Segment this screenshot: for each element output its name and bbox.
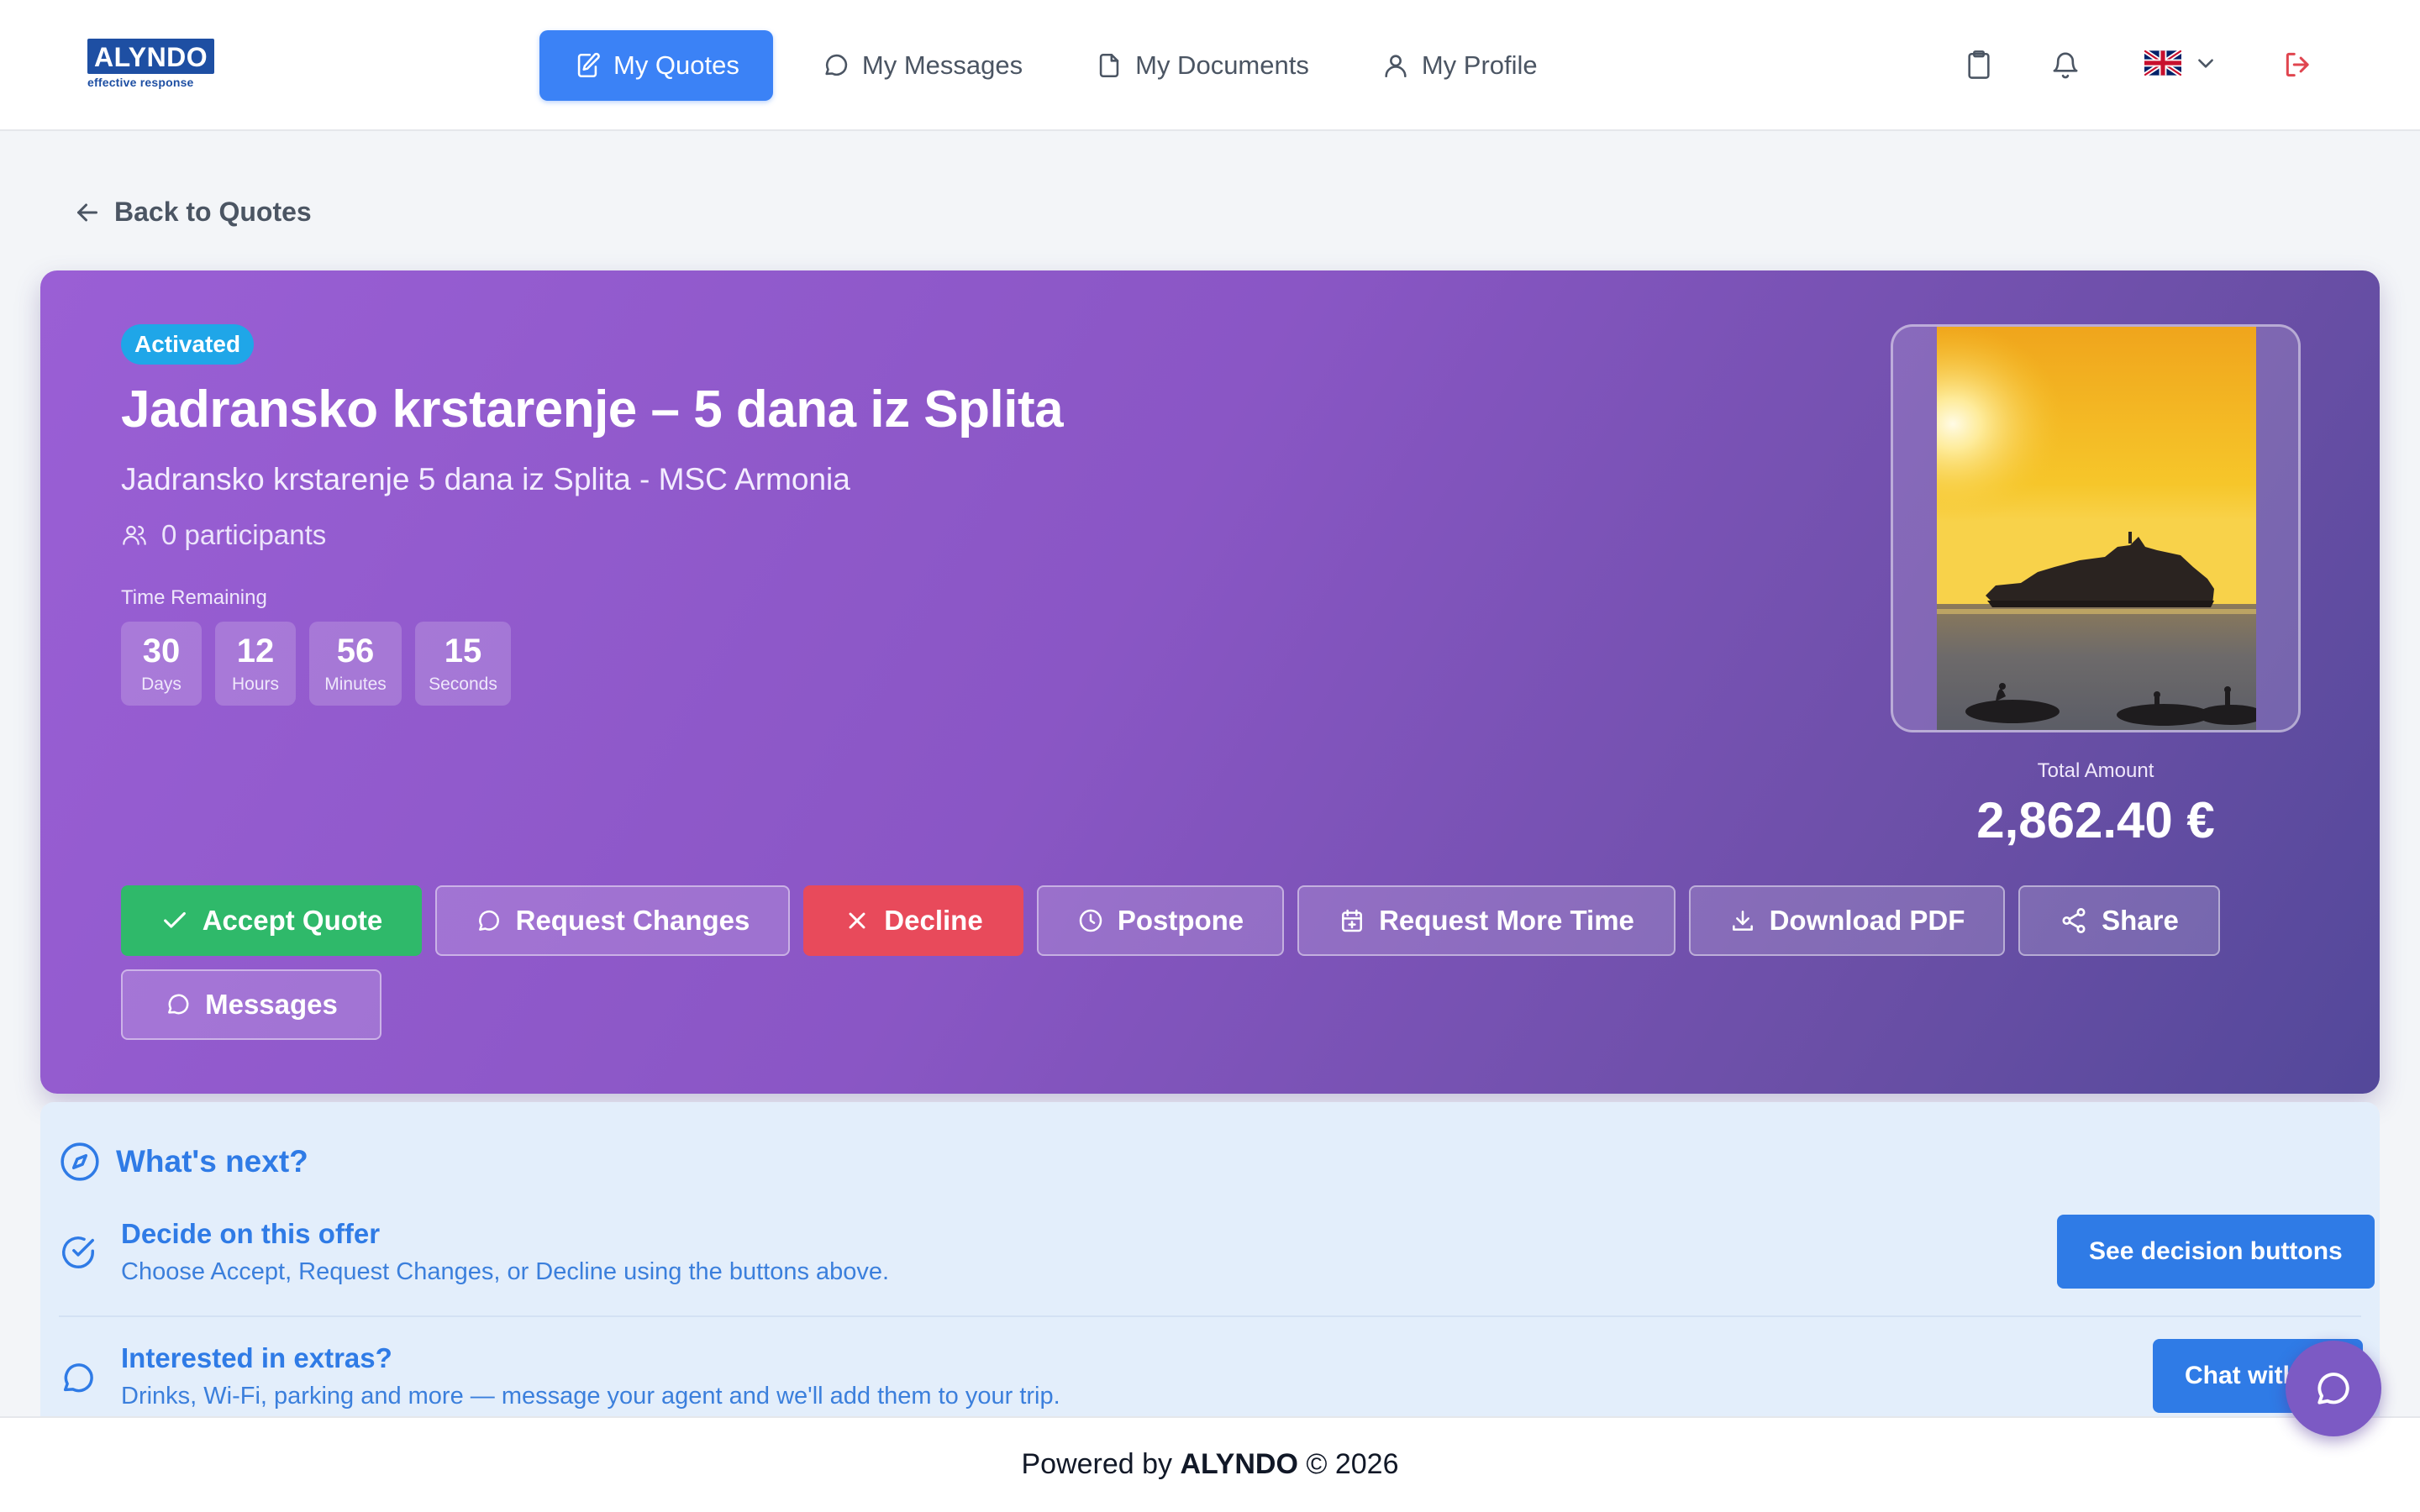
step-decide-title: Decide on this offer [121,1218,381,1249]
nav-label: My Profile [1421,50,1538,80]
logo-tagline: effective response [87,76,194,89]
chat-launcher-button[interactable] [2286,1341,2381,1436]
language-selector[interactable] [2144,50,2217,76]
share-button[interactable]: Share [2018,885,2220,956]
accept-quote-label: Accept Quote [202,905,383,936]
quote-hero-card: Activated Jadransko krstarenje – 5 dana … [40,270,2380,1094]
decline-label: Decline [884,905,983,936]
back-to-quotes-link[interactable]: Back to Quotes [72,197,312,228]
countdown-hours: 12 Hours [215,622,296,706]
countdown-unit: Minutes [324,675,387,694]
countdown-unit: Seconds [429,675,497,694]
step-extras-desc: Drinks, Wi-Fi, parking and more — messag… [121,1383,1060,1410]
messages-button[interactable]: Messages [121,969,381,1040]
participants-count: 0 participants [121,519,326,551]
divider [59,1315,2361,1317]
bell-icon[interactable] [2050,49,2081,81]
footer-suffix: © 2026 [1297,1448,1399,1480]
whats-next-heading: What's next? [59,1141,308,1183]
download-pdf-button[interactable]: Download PDF [1689,885,2005,956]
status-badge: Activated [121,324,255,365]
messages-label: Messages [205,989,338,1020]
nav-my-quotes[interactable]: My Quotes [539,30,773,101]
nav-label: My Messages [861,50,1023,80]
chat-icon [822,51,862,80]
user-icon [1381,51,1422,80]
document-icon [1095,51,1135,80]
step-decide-desc: Choose Accept, Request Changes, or Decli… [121,1258,890,1285]
quote-subtitle: Jadransko krstarenje 5 dana iz Splita - … [121,462,850,496]
check-icon [160,906,203,935]
total-amount-value: 2,862.40 € [1976,792,2215,848]
compass-icon [59,1141,116,1183]
sunset-ship-image [1937,327,2256,730]
chevron-down-icon [2195,52,2217,74]
users-icon [121,522,161,549]
step-extras-title: Interested in extras? [121,1342,392,1373]
see-decision-buttons-button[interactable]: See decision buttons [2057,1215,2375,1289]
nav-label: My Documents [1135,50,1309,80]
clock-icon [1077,907,1118,934]
back-link-label: Back to Quotes [114,197,312,227]
nav-my-messages[interactable]: My Messages [798,30,1046,101]
time-remaining-label: Time Remaining [121,586,267,609]
logo-wordmark: ALYNDO [87,39,215,74]
top-navigation-bar: ALYNDO effective response My Quotes My M… [0,0,2420,131]
countdown-unit: Days [141,675,182,694]
clipboard-icon[interactable] [1965,49,1993,81]
request-changes-button[interactable]: Request Changes [435,885,790,956]
nav-label: My Quotes [613,50,739,80]
page-footer: Powered by ALYNDO © 2026 [0,1416,2420,1512]
whats-next-panel: What's next? Decide on this offer Choose… [40,1102,2380,1418]
quote-title: Jadransko krstarenje – 5 dana iz Splita [121,381,1064,438]
countdown-days: 30 Days [121,622,202,706]
chat-bubble-icon [2312,1368,2354,1410]
share-label: Share [2102,905,2179,936]
footer-brand: ALYNDO [1180,1448,1298,1480]
countdown-value: 30 [142,633,181,669]
uk-flag-icon [2144,50,2181,76]
chat-icon [59,1359,97,1398]
footer-prefix: Powered by [1021,1448,1181,1480]
postpone-label: Postpone [1117,905,1244,936]
edit-quote-icon [573,51,613,80]
countdown-unit: Hours [231,675,280,694]
x-icon [844,907,884,934]
calendar-plus-icon [1339,907,1379,934]
participants-label: 0 participants [161,519,327,550]
download-icon [1729,907,1770,934]
countdown-value: 56 [336,633,375,669]
alyndo-logo[interactable]: ALYNDO effective response [87,39,215,89]
request-more-time-label: Request More Time [1379,905,1634,936]
accept-quote-button[interactable]: Accept Quote [121,885,422,956]
countdown-minutes: 56 Minutes [309,622,402,706]
arrow-left-icon [72,197,114,228]
request-changes-label: Request Changes [515,905,750,936]
main-nav: My Quotes My Messages My Documents My Pr… [539,30,1586,101]
whats-next-title: What's next? [116,1144,308,1179]
countdown-timer: 30 Days 12 Hours 56 Minutes 15 Seconds [121,622,524,706]
download-pdf-label: Download PDF [1769,905,1965,936]
logout-icon[interactable] [2282,49,2314,81]
postpone-button[interactable]: Postpone [1037,885,1284,956]
nav-my-documents[interactable]: My Documents [1071,30,1333,101]
message-circle-icon [476,907,516,934]
check-circle-icon [59,1233,97,1272]
countdown-value: 15 [444,633,482,669]
decline-button[interactable]: Decline [803,885,1023,956]
countdown-value: 12 [236,633,275,669]
total-amount-label: Total Amount [2037,759,2154,782]
request-more-time-button[interactable]: Request More Time [1297,885,1676,956]
countdown-seconds: 15 Seconds [415,622,511,706]
chat-icon [165,991,205,1018]
share-icon [2060,906,2102,935]
nav-my-profile[interactable]: My Profile [1358,30,1561,101]
cruise-ship-photo [1891,324,2301,732]
